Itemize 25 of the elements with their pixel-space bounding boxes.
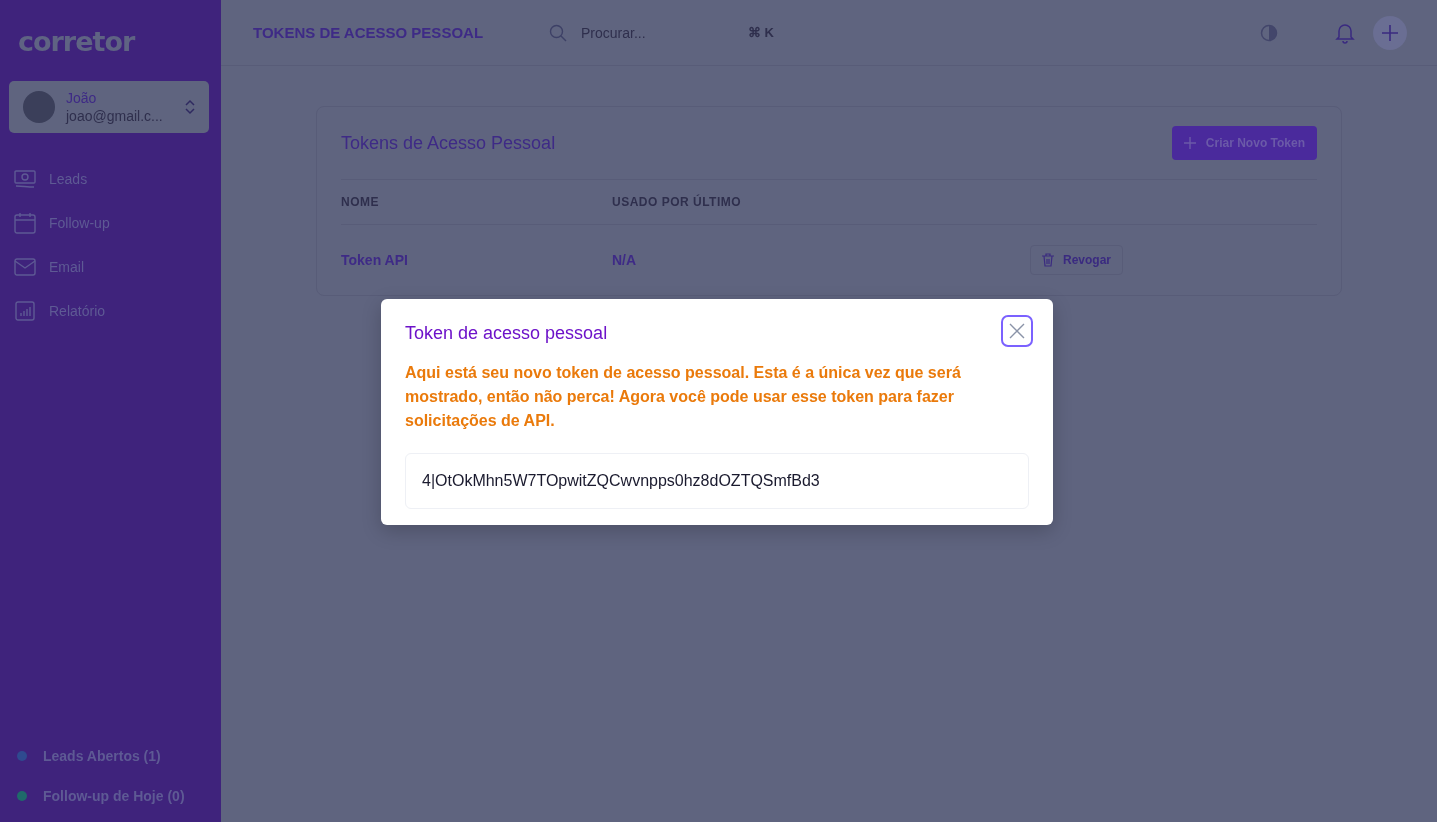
warning-message: Aqui está seu novo token de acesso pessoal. Esta é a única vez que será mostrado, então não perca! Agora você pode usar esse token para fazer solicitações de API.	[405, 363, 962, 431]
page-title: TOKENS DE ACESSO PESSOAL	[253, 24, 485, 41]
user-name: João	[66, 90, 98, 106]
revoke-button[interactable]: Revogar	[1030, 245, 1124, 275]
close-icon	[1009, 323, 1025, 339]
add-button[interactable]	[1373, 15, 1407, 50]
close-button[interactable]	[1001, 315, 1033, 347]
calendar-icon	[14, 212, 36, 234]
bar-chart-icon	[14, 301, 36, 321]
plus-icon	[1183, 137, 1196, 149]
contrast-icon[interactable]	[1260, 23, 1278, 42]
mail-icon	[14, 258, 36, 276]
table-cell-text: Token API	[341, 252, 409, 268]
card-title: Tokens de Acesso Pessoal	[341, 132, 556, 154]
trash-icon	[1042, 253, 1054, 267]
avatar	[23, 91, 55, 123]
dialog-title: Token de acesso pessoal	[405, 322, 608, 344]
chevron-updown-icon	[185, 99, 195, 115]
banknote-icon	[14, 169, 36, 189]
plus-icon	[1381, 23, 1399, 42]
table-cell-text: N/A	[612, 252, 638, 268]
notification-icon[interactable]	[1335, 21, 1355, 44]
logo: corretor	[17, 26, 136, 57]
search-icon	[549, 23, 567, 42]
token-field[interactable]: 4|OtOkMhn5W7TOpwitZQCwvnpps0hz8dOZTQSmfBd3	[405, 453, 1029, 509]
